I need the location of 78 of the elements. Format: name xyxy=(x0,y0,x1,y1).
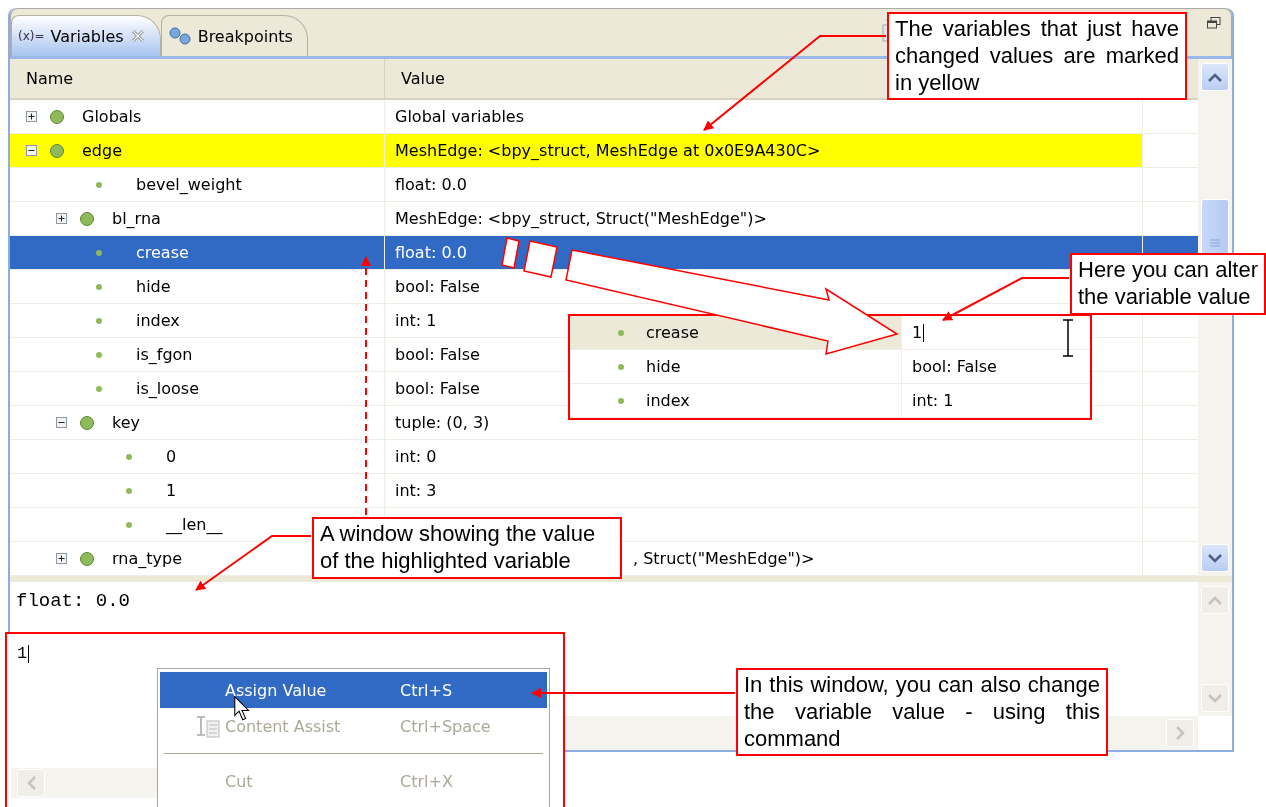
collapse-icon[interactable] xyxy=(25,145,37,156)
variable-value: bool: False xyxy=(395,345,480,364)
variable-value: Global variables xyxy=(395,107,524,126)
variable-name: rna_type xyxy=(111,549,182,568)
variable-name: hide xyxy=(135,277,171,296)
object-icon xyxy=(80,211,94,226)
field-icon xyxy=(96,181,102,188)
scroll-down-button[interactable] xyxy=(1201,544,1229,572)
annotation-tooltip: Here you can alter the variable value xyxy=(1070,253,1266,315)
annotation-tooltip: In this window, you can also change the variable value - using this command xyxy=(736,668,1108,757)
tab[interactable]: (x)= Variables xyxy=(11,15,161,56)
variable-name: key xyxy=(111,413,140,432)
expand-icon[interactable] xyxy=(25,111,37,122)
variable-name: bl_rna xyxy=(111,209,161,228)
column-header[interactable]: Value xyxy=(401,69,445,88)
scroll-up-button[interactable] xyxy=(1201,63,1229,91)
chevron-up-icon xyxy=(1208,595,1222,605)
tab[interactable]: Breakpoints xyxy=(160,15,308,56)
object-icon xyxy=(50,109,64,124)
annotation-tooltip: The variables that just have changed values are marked in yellow xyxy=(887,12,1187,101)
variable-value: MeshEdge: <bpy_struct, MeshEdge at 0x0E9A430C> xyxy=(395,141,821,160)
object-icon xyxy=(80,551,94,566)
variable-value: , Struct("MeshEdge")> xyxy=(633,549,815,568)
chevron-right-icon xyxy=(1175,726,1185,740)
variable-value: bool: False xyxy=(912,357,997,376)
variable-name: 0 xyxy=(165,447,177,466)
variable-name: Globals xyxy=(81,107,142,126)
object-icon xyxy=(80,415,94,430)
column-header[interactable]: Name xyxy=(26,69,74,88)
field-icon xyxy=(126,521,132,528)
variable-name: edge xyxy=(81,141,122,160)
chevron-up-icon xyxy=(1208,72,1222,82)
tree-row[interactable]: edge MeshEdge: <bpy_struct, MeshEdge at 0x0E9A430C> xyxy=(10,134,1198,168)
object-icon xyxy=(50,143,64,158)
variable-value: int: 3 xyxy=(395,481,437,500)
field-icon xyxy=(126,487,132,494)
variable-name: crease xyxy=(135,243,189,262)
variable-value: bool: False xyxy=(395,379,480,398)
tree-row[interactable]: 0 int: 0 xyxy=(10,440,1198,474)
detail-text: float: 0.0 xyxy=(16,590,131,612)
field-icon xyxy=(96,283,102,290)
restore-icon[interactable] xyxy=(1207,17,1221,29)
chevron-left-icon xyxy=(26,776,36,790)
variable-value: bool: False xyxy=(395,277,480,296)
grip-icon xyxy=(1210,238,1220,247)
variable-name: 1 xyxy=(165,481,177,500)
field-icon xyxy=(618,363,624,370)
tree-row[interactable]: bevel_weight float: 0.0 xyxy=(10,168,1198,202)
field-icon xyxy=(618,329,624,336)
variable-value: int: 0 xyxy=(395,447,437,466)
variable-name: __len__ xyxy=(165,515,223,534)
variable-name: hide xyxy=(646,357,681,376)
menu-item[interactable]: Assign Value Ctrl+S xyxy=(160,672,547,708)
expand-icon[interactable] xyxy=(55,553,67,564)
chevron-down-icon xyxy=(1208,693,1222,703)
field-icon xyxy=(618,397,624,404)
variable-value: float: 0.0 xyxy=(395,175,467,194)
field-icon xyxy=(96,351,102,358)
variable-value: float: 0.0 xyxy=(395,243,467,262)
variable-value: tuple: (0, 3) xyxy=(395,413,490,432)
field-icon xyxy=(96,317,102,324)
tree-row[interactable]: 1 int: 3 xyxy=(10,474,1198,508)
field-icon xyxy=(126,453,132,460)
variable-value: int: 1 xyxy=(395,311,437,330)
text-cursor-icon xyxy=(1062,318,1074,358)
variable-value: MeshEdge: <bpy_struct, Struct("MeshEdge")> xyxy=(395,209,767,228)
variable-name: index xyxy=(135,311,180,330)
collapse-icon[interactable] xyxy=(55,417,67,428)
annotation-tooltip: A window showing the value of the highlighted variable xyxy=(312,517,622,579)
variable-name: is_fgon xyxy=(135,345,193,364)
variable-name: bevel_weight xyxy=(135,175,242,194)
variable-name: crease xyxy=(646,323,699,342)
variable-name: is_loose xyxy=(135,379,199,398)
circles-icon xyxy=(167,27,192,45)
field-icon xyxy=(96,385,102,392)
chevron-down-icon xyxy=(1208,553,1222,563)
expand-icon[interactable] xyxy=(55,213,67,224)
field-icon xyxy=(96,249,102,256)
